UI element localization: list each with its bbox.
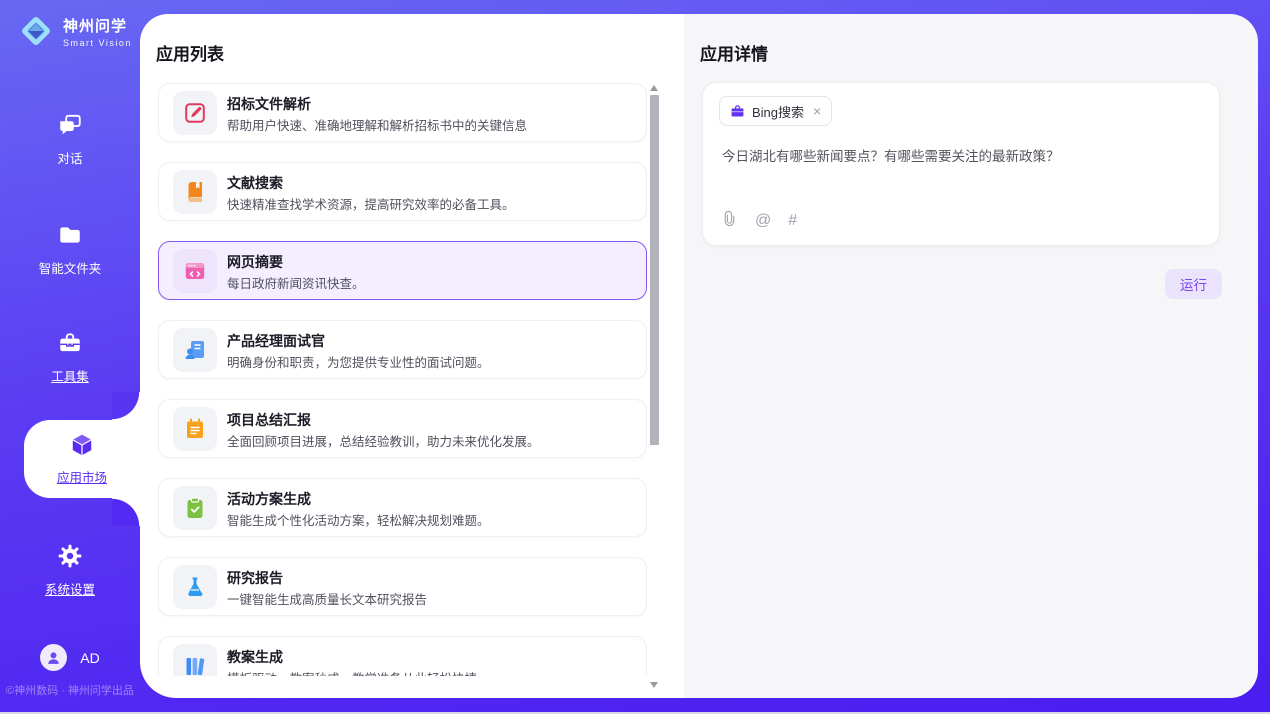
app-title: 研究报告 — [227, 568, 283, 588]
app-card-web-summary[interactable]: 网页摘要 每日政府新闻资讯快查。 — [158, 241, 647, 300]
app-list-title: 应用列表 — [156, 40, 224, 65]
app-title: 产品经理面试官 — [227, 331, 325, 351]
active-tab-curve-top — [112, 392, 140, 420]
mention-icon[interactable]: @ — [755, 213, 771, 229]
gear-icon — [57, 543, 83, 574]
briefcase-icon — [730, 104, 745, 119]
brand-name: 神州问学 — [63, 15, 132, 36]
sidebar-item-label: 系统设置 — [45, 579, 95, 598]
sidebar-item-label: 智能文件夹 — [39, 258, 102, 277]
app-desc: 智能生成个性化活动方案，轻松解决规划难题。 — [227, 510, 490, 529]
app-title: 教案生成 — [227, 647, 283, 667]
books-icon — [173, 644, 217, 676]
app-desc: 一键智能生成高质量长文本研究报告 — [227, 589, 427, 608]
composer-card: Bing搜索 × 今日湖北有哪些新闻要点？有哪些需要关注的最新政策？ @ # — [702, 82, 1220, 246]
pen-square-icon — [173, 91, 217, 135]
app-title: 文献搜索 — [227, 173, 283, 193]
browser-icon — [173, 249, 217, 293]
app-desc: 明确身份和职责，为您提供专业性的面试问题。 — [227, 352, 490, 371]
folder-icon — [57, 222, 83, 253]
toolbox-icon — [57, 330, 83, 361]
app-desc: 全面回顾项目进展，总结经验教训，助力未来优化发展。 — [227, 431, 540, 450]
brand-subtitle: Smart Vision — [63, 38, 132, 48]
tool-tag-label: Bing搜索 — [752, 102, 804, 121]
sidebar-item-smart-folder[interactable]: 智能文件夹 — [0, 222, 140, 277]
chat-icon — [57, 112, 83, 143]
sidebar-item-settings[interactable]: 系统设置 — [0, 543, 140, 598]
app-list: 招标文件解析 帮助用户快速、准确地理解和解析招标书中的关键信息 文献搜索 快速精… — [158, 83, 647, 676]
app-title: 活动方案生成 — [227, 489, 311, 509]
brand-diamond-icon — [16, 11, 56, 51]
scroll-up-arrow[interactable] — [650, 85, 658, 91]
app-title: 招标文件解析 — [227, 94, 311, 114]
paperclip-icon[interactable] — [721, 210, 738, 232]
tool-tag-bing-search[interactable]: Bing搜索 × — [719, 96, 832, 126]
sidebar-item-label: 工具集 — [51, 366, 89, 385]
app-detail-title: 应用详情 — [700, 40, 768, 65]
sidebar: 神州问学 Smart Vision 对话 智能文件夹 工具集 — [0, 0, 140, 714]
cube-icon — [69, 432, 95, 463]
sidebar-item-app-market[interactable]: 应用市场 — [24, 420, 140, 498]
user-profile[interactable]: AD — [0, 644, 140, 671]
app-title: 网页摘要 — [227, 252, 283, 272]
sidebar-footer: ©神州数码 · 神州问学出品 — [0, 682, 140, 698]
sidebar-item-label: 应用市场 — [57, 467, 107, 486]
interviewer-icon — [173, 328, 217, 372]
app-card-research-report[interactable]: 研究报告 一键智能生成高质量长文本研究报告 — [158, 557, 647, 616]
app-card-project-summary[interactable]: 项目总结汇报 全面回顾项目进展，总结经验教训，助力未来优化发展。 — [158, 399, 647, 458]
app-desc: 快速精准查找学术资源，提高研究效率的必备工具。 — [227, 194, 515, 213]
app-list-panel: 应用列表 招标文件解析 帮助用户快速、准确地理解和解析招标书中的关键信息 — [140, 14, 684, 698]
hash-icon[interactable]: # — [788, 213, 797, 229]
app-desc: 模板驱动，教案秒成，教学准备从此轻松快捷 — [227, 668, 477, 676]
book-icon — [173, 170, 217, 214]
app-card-bid-analysis[interactable]: 招标文件解析 帮助用户快速、准确地理解和解析招标书中的关键信息 — [158, 83, 647, 142]
research-flask-icon — [173, 565, 217, 609]
clipboard-icon — [173, 486, 217, 530]
app-card-event-plan[interactable]: 活动方案生成 智能生成个性化活动方案，轻松解决规划难题。 — [158, 478, 647, 537]
app-title: 项目总结汇报 — [227, 410, 311, 430]
run-button[interactable]: 运行 — [1165, 269, 1222, 299]
scroll-down-arrow[interactable] — [650, 682, 658, 688]
sidebar-item-label: 对话 — [57, 148, 82, 167]
close-icon[interactable]: × — [813, 104, 821, 118]
sidebar-item-toolbox[interactable]: 工具集 — [0, 330, 140, 385]
app-desc: 帮助用户快速、准确地理解和解析招标书中的关键信息 — [227, 115, 527, 134]
active-tab-curve-bottom — [112, 498, 140, 526]
content-area: 应用列表 招标文件解析 帮助用户快速、准确地理解和解析招标书中的关键信息 — [140, 14, 1258, 698]
note-icon — [173, 407, 217, 451]
app-detail-panel: 应用详情 Bing搜索 × 今日湖北有哪些新闻要点？有哪些需要关注的最新政策？ — [684, 14, 1258, 698]
scroll-thumb[interactable] — [650, 95, 659, 445]
app-card-lesson-plan[interactable]: 教案生成 模板驱动，教案秒成，教学准备从此轻松快捷 — [158, 636, 647, 676]
scrollbar[interactable] — [650, 83, 659, 690]
app-card-literature-search[interactable]: 文献搜索 快速精准查找学术资源，提高研究效率的必备工具。 — [158, 162, 647, 221]
app-desc: 每日政府新闻资讯快查。 — [227, 273, 365, 292]
sidebar-item-chat[interactable]: 对话 — [0, 112, 140, 167]
user-initials: AD — [80, 650, 99, 666]
query-input[interactable]: 今日湖北有哪些新闻要点？有哪些需要关注的最新政策？ — [722, 147, 1199, 167]
app-card-pm-interviewer[interactable]: 产品经理面试官 明确身份和职责，为您提供专业性的面试问题。 — [158, 320, 647, 379]
avatar — [40, 644, 67, 671]
brand-logo: 神州问学 Smart Vision — [16, 11, 132, 51]
composer-toolbar: @ # — [721, 210, 797, 232]
